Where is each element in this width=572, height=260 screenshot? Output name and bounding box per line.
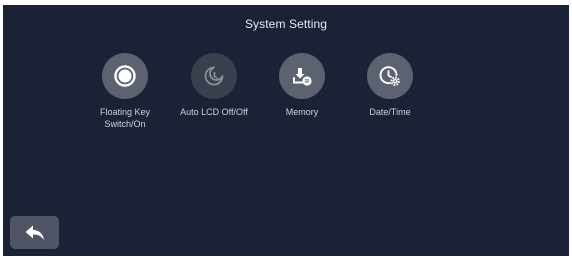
auto-lcd-off-label: Auto LCD Off/Off bbox=[180, 107, 248, 117]
page-title: System Setting bbox=[244, 17, 328, 31]
toggle-ring-icon bbox=[114, 65, 136, 87]
memory-download-icon bbox=[293, 68, 312, 86]
date-time-label: Date/Time bbox=[369, 107, 411, 117]
floating-key-setting[interactable]: Floating Key Switch/On bbox=[80, 53, 170, 130]
auto-lcd-off-setting[interactable]: Auto LCD Off/Off bbox=[169, 53, 259, 118]
memory-button[interactable] bbox=[279, 53, 325, 99]
back-arrow-icon bbox=[25, 225, 44, 240]
moon-clock-icon bbox=[204, 66, 224, 86]
floating-key-label: Floating Key Switch/On bbox=[99, 107, 151, 129]
memory-setting[interactable]: Memory bbox=[257, 53, 347, 118]
memory-label: Memory bbox=[285, 107, 319, 117]
back-button[interactable] bbox=[10, 216, 59, 249]
system-setting-screen: System Setting Floating Key Switch/On Au… bbox=[3, 5, 569, 256]
floating-key-button[interactable] bbox=[102, 53, 148, 99]
date-time-setting[interactable]: Date/Time bbox=[345, 53, 435, 118]
date-time-button[interactable] bbox=[367, 53, 413, 99]
auto-lcd-off-button[interactable] bbox=[191, 53, 237, 99]
clock-gear-icon bbox=[379, 66, 400, 86]
